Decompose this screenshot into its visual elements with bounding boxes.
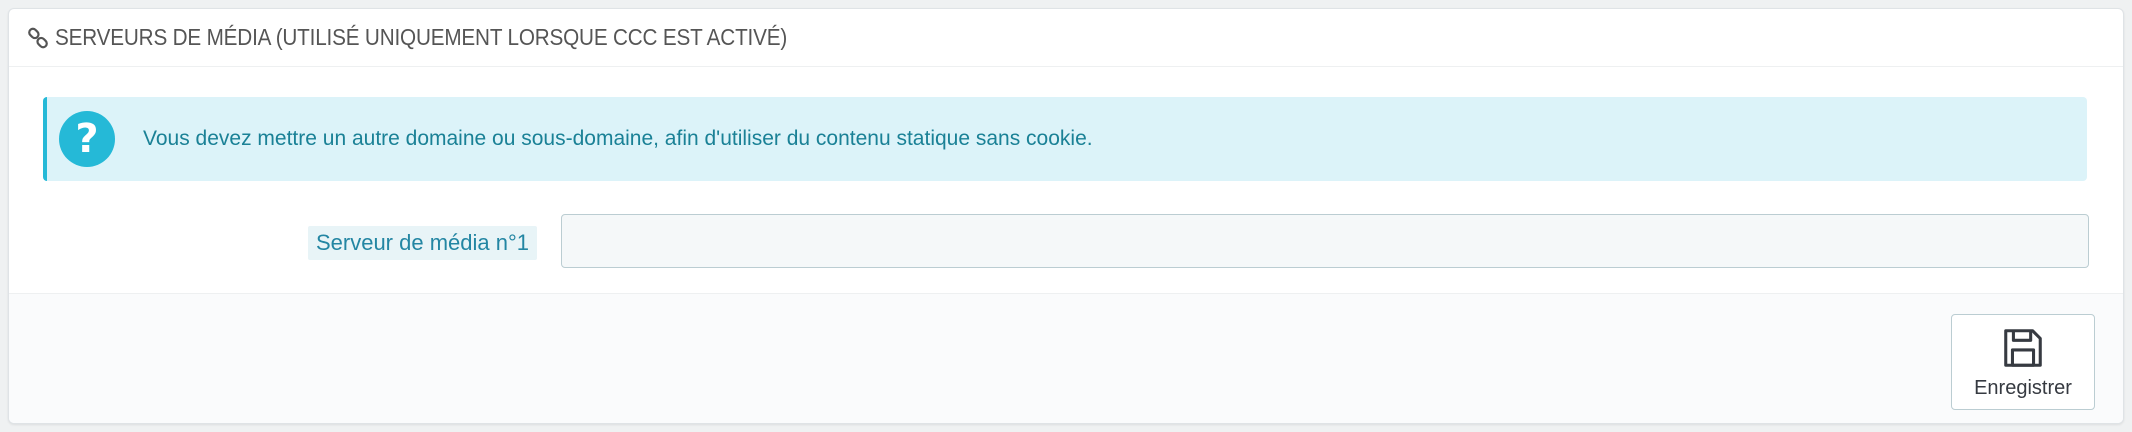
panel-title: SERVEURS DE MÉDIA (UTILISÉ UNIQUEMENT LO… [55,24,788,50]
save-button[interactable]: Enregistrer [1951,314,2095,410]
save-button-label: Enregistrer [1974,376,2072,399]
media-servers-panel: SERVEURS DE MÉDIA (UTILISÉ UNIQUEMENT LO… [8,8,2124,424]
panel-footer: Enregistrer [9,293,2123,423]
link-icon [25,25,51,51]
alert-text: Vous devez mettre un autre domaine ou so… [143,127,1093,150]
panel-heading: SERVEURS DE MÉDIA (UTILISÉ UNIQUEMENT LO… [9,9,2123,67]
media-server-1-input[interactable] [561,214,2089,268]
save-icon [2000,325,2046,371]
form-row-media-server-1: Serveur de média n°1 [9,212,2123,268]
info-alert: ? Vous devez mettre un autre domaine ou … [43,97,2087,181]
help-icon: ? [59,111,115,167]
media-server-1-label: Serveur de média n°1 [307,226,537,260]
